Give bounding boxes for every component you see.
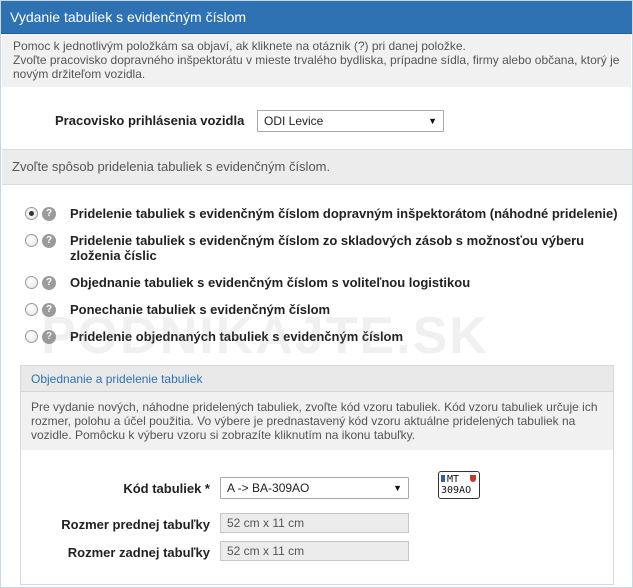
help-icon[interactable]: ? <box>42 234 56 248</box>
order-panel: Objednanie a pridelenie tabuliek Pre vyd… <box>20 365 614 585</box>
office-row: Pracovisko prihlásenia vozidla ODI Levic… <box>1 108 632 134</box>
help-icon[interactable]: ? <box>42 330 56 344</box>
panel-title: Vydanie tabuliek s evidenčným číslom <box>1 1 632 34</box>
chevron-down-icon: ▼ <box>428 116 437 126</box>
help-line-1: Pomoc k jednotlivým položkám sa objaví, … <box>13 39 466 53</box>
rear-plate-size-field: 52 cm x 11 cm <box>220 541 409 561</box>
radio-button[interactable] <box>25 303 38 316</box>
plate-code-selected-value: A -> BA-309AO <box>227 481 310 495</box>
radio-button[interactable] <box>25 276 38 289</box>
plate-code-select[interactable]: A -> BA-309AO ▼ <box>220 477 409 499</box>
method-option-label: Ponechanie tabuliek s evidenčným číslom <box>70 302 331 317</box>
coat-of-arms-icon <box>470 475 476 482</box>
order-panel-title: Objednanie a pridelenie tabuliek <box>21 366 613 392</box>
method-option-label: Pridelenie objednaných tabuliek s eviden… <box>70 329 404 344</box>
panel-help-box: Pomoc k jednotlivým položkám sa objaví, … <box>2 34 631 87</box>
help-icon[interactable]: ? <box>42 207 56 221</box>
office-label: Pracovisko prihlásenia vozidla <box>55 113 245 128</box>
radio-button[interactable] <box>25 207 38 220</box>
license-plate-icon[interactable]: MT 309AO <box>438 471 480 499</box>
method-option-label: Pridelenie tabuliek s evidenčným číslom … <box>70 233 585 263</box>
order-panel-help: Pre vydanie nových, náhodne pridelených … <box>21 392 613 450</box>
method-option-label: Objednanie tabuliek s evidenčným číslom … <box>70 275 471 290</box>
radio-button[interactable] <box>25 330 38 343</box>
office-select[interactable]: ODI Levice ▼ <box>257 110 444 132</box>
chevron-down-icon: ▼ <box>393 483 402 493</box>
method-section-title: Zvoľte spôsob pridelenia tabuliek s evid… <box>2 149 632 185</box>
help-icon[interactable]: ? <box>42 303 56 317</box>
front-plate-size-field: 52 cm x 11 cm <box>220 513 409 533</box>
office-selected-value: ODI Levice <box>264 114 324 128</box>
plate-code-label: Kód tabuliek * <box>123 481 210 496</box>
rear-plate-size-label: Rozmer zadnej tabuľky <box>67 545 210 560</box>
plate-icon-line-2: 309AO <box>441 485 472 496</box>
radio-button[interactable] <box>25 234 38 247</box>
method-option-label: Pridelenie tabuliek s evidenčným číslom … <box>70 206 618 221</box>
front-plate-size-label: Rozmer prednej tabuľky <box>61 517 210 532</box>
plates-panel: Vydanie tabuliek s evidenčným číslom Pom… <box>0 0 633 588</box>
eu-flag-icon <box>441 475 445 482</box>
help-icon[interactable]: ? <box>42 276 56 290</box>
help-line-2: Zvoľte pracovisko dopravného inšpektorát… <box>13 53 620 81</box>
